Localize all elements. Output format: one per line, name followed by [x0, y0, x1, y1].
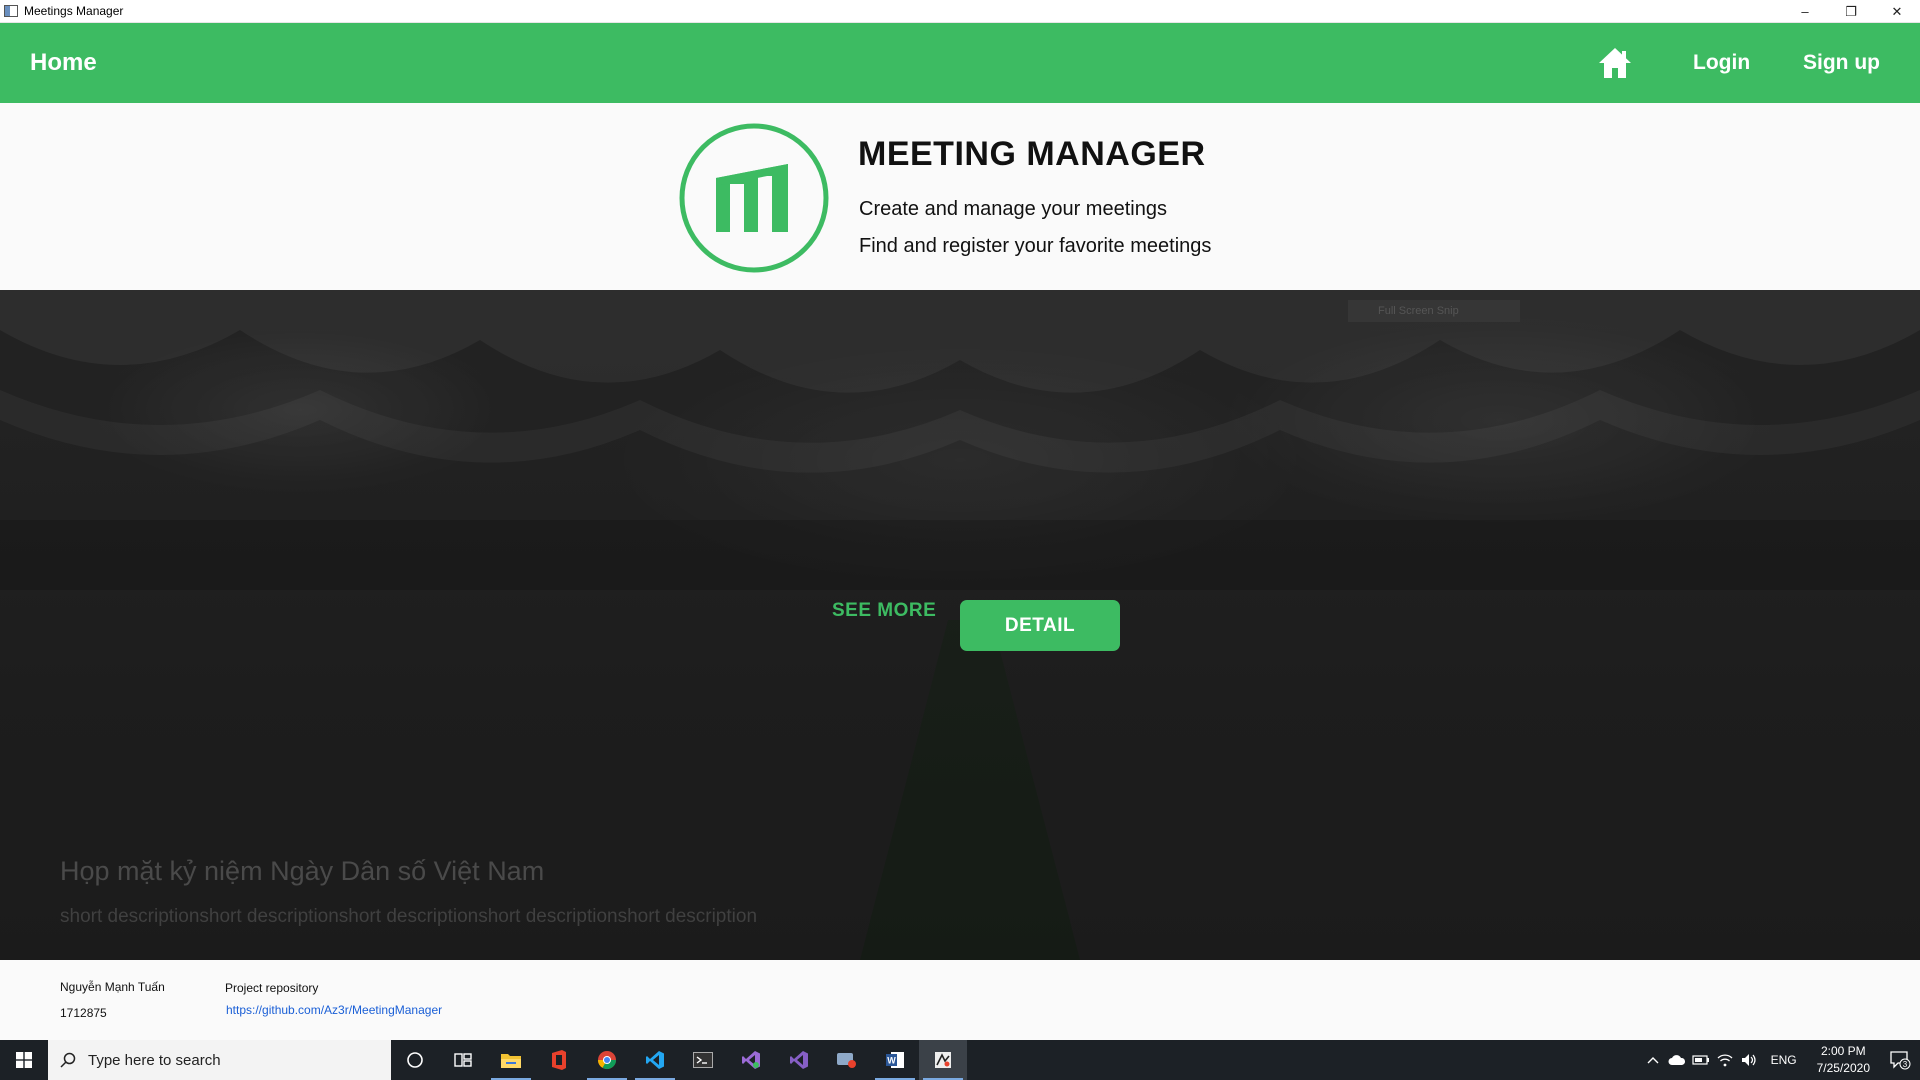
vscode-icon[interactable] [631, 1040, 679, 1080]
search-icon [60, 1052, 76, 1068]
battery-icon[interactable] [1689, 1040, 1713, 1080]
meeting-title: Họp mặt kỷ niệm Ngày Dân số Việt Nam [60, 856, 545, 886]
author-name: Nguyễn Mạnh Tuấn [60, 980, 165, 994]
window-title: Meetings Manager [24, 4, 124, 18]
brand-title: MEETING MANAGER [858, 135, 1206, 173]
taskbar-search-box[interactable]: Type here to search [48, 1040, 391, 1080]
brand-tagline-1: Create and manage your meetings [859, 198, 1167, 220]
snip-overlay-label: Full Screen Snip [1348, 300, 1520, 322]
wifi-icon[interactable] [1713, 1040, 1737, 1080]
page-footer: Nguyễn Mạnh Tuấn 1712875 Project reposit… [0, 960, 1920, 1040]
snipping-icon[interactable] [823, 1040, 871, 1080]
repo-label: Project repository [225, 981, 319, 995]
file-explorer-icon[interactable] [487, 1040, 535, 1080]
window-titlebar: Meetings Manager – ❐ ✕ [0, 0, 1920, 23]
system-tray: ENG 2:00 PM 7/25/2020 3 [1641, 1040, 1920, 1080]
start-button[interactable] [0, 1040, 48, 1080]
cortana-icon[interactable] [391, 1040, 439, 1080]
meetings-manager-icon[interactable] [919, 1040, 967, 1080]
windows-logo-icon [16, 1052, 32, 1068]
chevron-up-icon[interactable] [1641, 1040, 1665, 1080]
clock-time: 2:00 PM [1820, 1044, 1866, 1058]
notification-center-icon[interactable]: 3 [1880, 1040, 1920, 1080]
task-view-icon[interactable] [439, 1040, 487, 1080]
notification-count: 3 [1903, 1060, 1908, 1069]
visual-studio-preview-icon[interactable] [727, 1040, 775, 1080]
meeting-description: short descriptionshort descriptionshort … [60, 906, 758, 927]
signup-link[interactable]: Sign up [1803, 23, 1880, 103]
word-icon[interactable]: W [871, 1040, 919, 1080]
input-language[interactable]: ENG [1761, 1053, 1807, 1067]
close-button[interactable]: ✕ [1874, 0, 1920, 23]
volume-icon[interactable] [1737, 1040, 1761, 1080]
brand-tagline-2: Find and register your favorite meetings [859, 235, 1212, 257]
featured-meeting-hero: Full Screen Snip SEE MORE DETAIL Họp mặt… [0, 290, 1920, 960]
office-icon[interactable] [535, 1040, 583, 1080]
meeting-manager-logo [679, 123, 829, 273]
visual-studio-icon[interactable] [775, 1040, 823, 1080]
clock-date: 7/25/2020 [1816, 1061, 1870, 1075]
home-icon[interactable] [1598, 47, 1632, 79]
repo-link[interactable]: https://github.com/Az3r/MeetingManager [226, 1003, 442, 1017]
nav-bar: Home Login Sign up [0, 23, 1920, 103]
detail-button[interactable]: DETAIL [960, 600, 1120, 651]
see-more-button[interactable]: SEE MORE [832, 600, 936, 622]
login-link[interactable]: Login [1693, 23, 1750, 103]
svg-text:W: W [887, 1056, 896, 1066]
nav-home-link[interactable]: Home [30, 23, 97, 103]
restore-button[interactable]: ❐ [1828, 0, 1874, 23]
search-placeholder: Type here to search [88, 1051, 221, 1069]
brand-header: MEETING MANAGER Create and manage your m… [0, 103, 1920, 290]
windows-taskbar: Type here to search W ENG 2:00 PM 7/25/2… [0, 1040, 1920, 1080]
terminal-icon[interactable] [679, 1040, 727, 1080]
chrome-icon[interactable] [583, 1040, 631, 1080]
taskbar-clock[interactable]: 2:00 PM 7/25/2020 [1807, 1043, 1880, 1077]
student-id: 1712875 [60, 1006, 107, 1020]
onedrive-icon[interactable] [1665, 1040, 1689, 1080]
minimize-button[interactable]: – [1782, 0, 1828, 23]
window-controls: – ❐ ✕ [1782, 0, 1920, 23]
app-window-icon [4, 5, 18, 17]
